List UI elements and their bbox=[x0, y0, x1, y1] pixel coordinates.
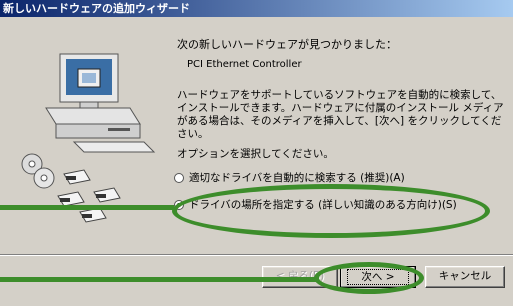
cancel-button[interactable]: キャンセル bbox=[425, 266, 505, 288]
highlight-pointer-line bbox=[0, 277, 316, 282]
separator bbox=[0, 254, 513, 256]
highlight-ellipse-option bbox=[172, 184, 490, 238]
wizard-description: ハードウェアをサポートしているソフトウェアを自動的に検索して、インストールできま… bbox=[177, 89, 504, 140]
options-label: オプションを選択してください。 bbox=[177, 148, 334, 160]
radio-option-label: 適切なドライバを自動的に検索する (推奨)(A) bbox=[189, 172, 405, 184]
highlight-ellipse-next bbox=[314, 262, 424, 294]
radio-button[interactable] bbox=[174, 172, 184, 183]
highlight-pointer-line bbox=[0, 205, 174, 210]
title-bar: 新しいハードウェアの追加ウィザード bbox=[0, 0, 513, 17]
device-name: PCI Ethernet Controller bbox=[187, 59, 302, 70]
wizard-illustration-icon bbox=[21, 53, 156, 223]
radio-option-auto-search[interactable]: 適切なドライバを自動的に検索する (推奨)(A) bbox=[174, 170, 405, 185]
window-title: 新しいハードウェアの追加ウィザード bbox=[3, 2, 190, 15]
wizard-dialog: 新しいハードウェアの追加ウィザード 次の新しいハードウェアが見つかりました： P… bbox=[0, 0, 513, 306]
wizard-heading: 次の新しいハードウェアが見つかりました： bbox=[177, 38, 397, 51]
